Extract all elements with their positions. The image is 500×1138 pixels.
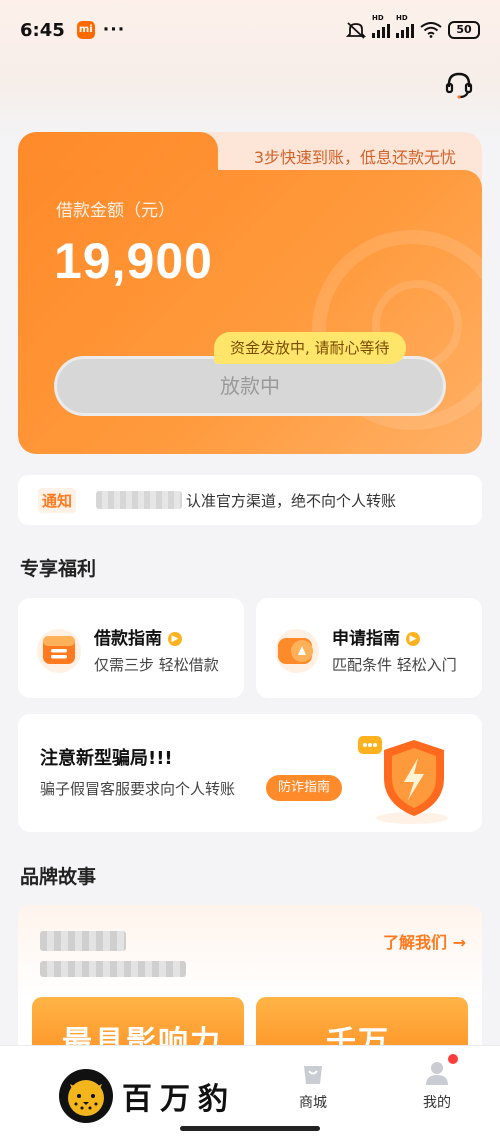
anti-fraud-guide-button[interactable]: 防诈指南: [266, 775, 343, 801]
shopping-bag-icon: [304, 1066, 322, 1084]
brand-story-card[interactable]: 了解我们 → 最具影响力 千万: [18, 905, 482, 1077]
apply-guide-title: 申请指南 ▶: [332, 624, 420, 649]
slogan-text: 3步快速到账，低息还款无忧: [253, 148, 456, 167]
customer-service-icon[interactable]: [444, 70, 474, 100]
apply-ticket-icon: [275, 629, 319, 673]
nav-mine-label: 我的: [423, 1095, 451, 1111]
loan-guide-title: 借款指南 ▶: [94, 624, 182, 649]
guide-box-icon: [37, 629, 81, 673]
leopard-logo: [59, 1069, 113, 1123]
home-indicator[interactable]: [180, 1126, 320, 1131]
disbursing-button[interactable]: 放款中: [54, 356, 446, 416]
apply-guide-subtitle: 匹配条件 轻松入门: [332, 656, 457, 674]
brand-story-title: 品牌故事: [20, 866, 97, 888]
loan-guide-card[interactable]: 借款指南 ▶ 仅需三步 轻松借款: [18, 598, 244, 698]
nav-mall-label: 商城: [299, 1095, 327, 1111]
nav-mall[interactable]: 商城: [278, 1060, 348, 1112]
benefits-title: 专享福利: [20, 558, 97, 580]
brand-name: 百万豹: [122, 1082, 236, 1117]
blurred-subtitle: [40, 961, 186, 977]
brand-watermark: 百万豹: [58, 1068, 236, 1124]
loan-guide-subtitle: 仅需三步 轻松借款: [94, 656, 219, 674]
nav-mine[interactable]: 我的: [402, 1054, 472, 1112]
more-notifications-icon: ···: [102, 20, 126, 40]
apply-guide-card[interactable]: 申请指南 ▶ 匹配条件 轻松入门: [256, 598, 482, 698]
fraud-warning-card[interactable]: 注意新型骗局!!! 骗子假冒客服要求向个人转账 防诈指南: [18, 714, 482, 832]
notice-tag: 通知: [38, 487, 77, 513]
profile-icon: [426, 1062, 448, 1085]
signal-icon: HD: [372, 14, 390, 38]
wifi-icon: [420, 22, 442, 38]
mi-app-icon: mi: [76, 21, 95, 39]
notice-bar[interactable]: 通知 认准官方渠道，绝不向个人转账: [18, 475, 482, 525]
chevron-right-icon: ▶: [168, 632, 182, 646]
amount-label: 借款金额（元）: [56, 201, 175, 221]
notification-dot: [448, 1054, 458, 1064]
loan-amount: 19,900: [54, 233, 213, 289]
battery-icon: 50: [448, 21, 480, 39]
shield-alert-icon: [358, 736, 448, 824]
notice-text: 认准官方渠道，绝不向个人转账: [186, 491, 397, 510]
status-bar: 6:45 mi ··· HD HD 50: [0, 0, 500, 60]
notice-blurred-text: [96, 491, 183, 509]
loan-card: 3步快速到账，低息还款无忧 借款金额（元） 19,900 资金发放中, 请耐心等…: [18, 132, 482, 454]
disburse-tip: 资金发放中, 请耐心等待: [214, 332, 406, 364]
status-time: 6:45: [20, 19, 65, 41]
mute-icon: [346, 22, 366, 39]
signal-icon-2: HD: [396, 14, 414, 38]
fraud-title: 注意新型骗局!!!: [40, 748, 173, 769]
fraud-subtitle: 骗子假冒客服要求向个人转账: [40, 780, 236, 798]
blurred-title: [40, 931, 126, 951]
about-us-link[interactable]: 了解我们 →: [383, 929, 466, 953]
chevron-right-icon: ▶: [406, 632, 420, 646]
